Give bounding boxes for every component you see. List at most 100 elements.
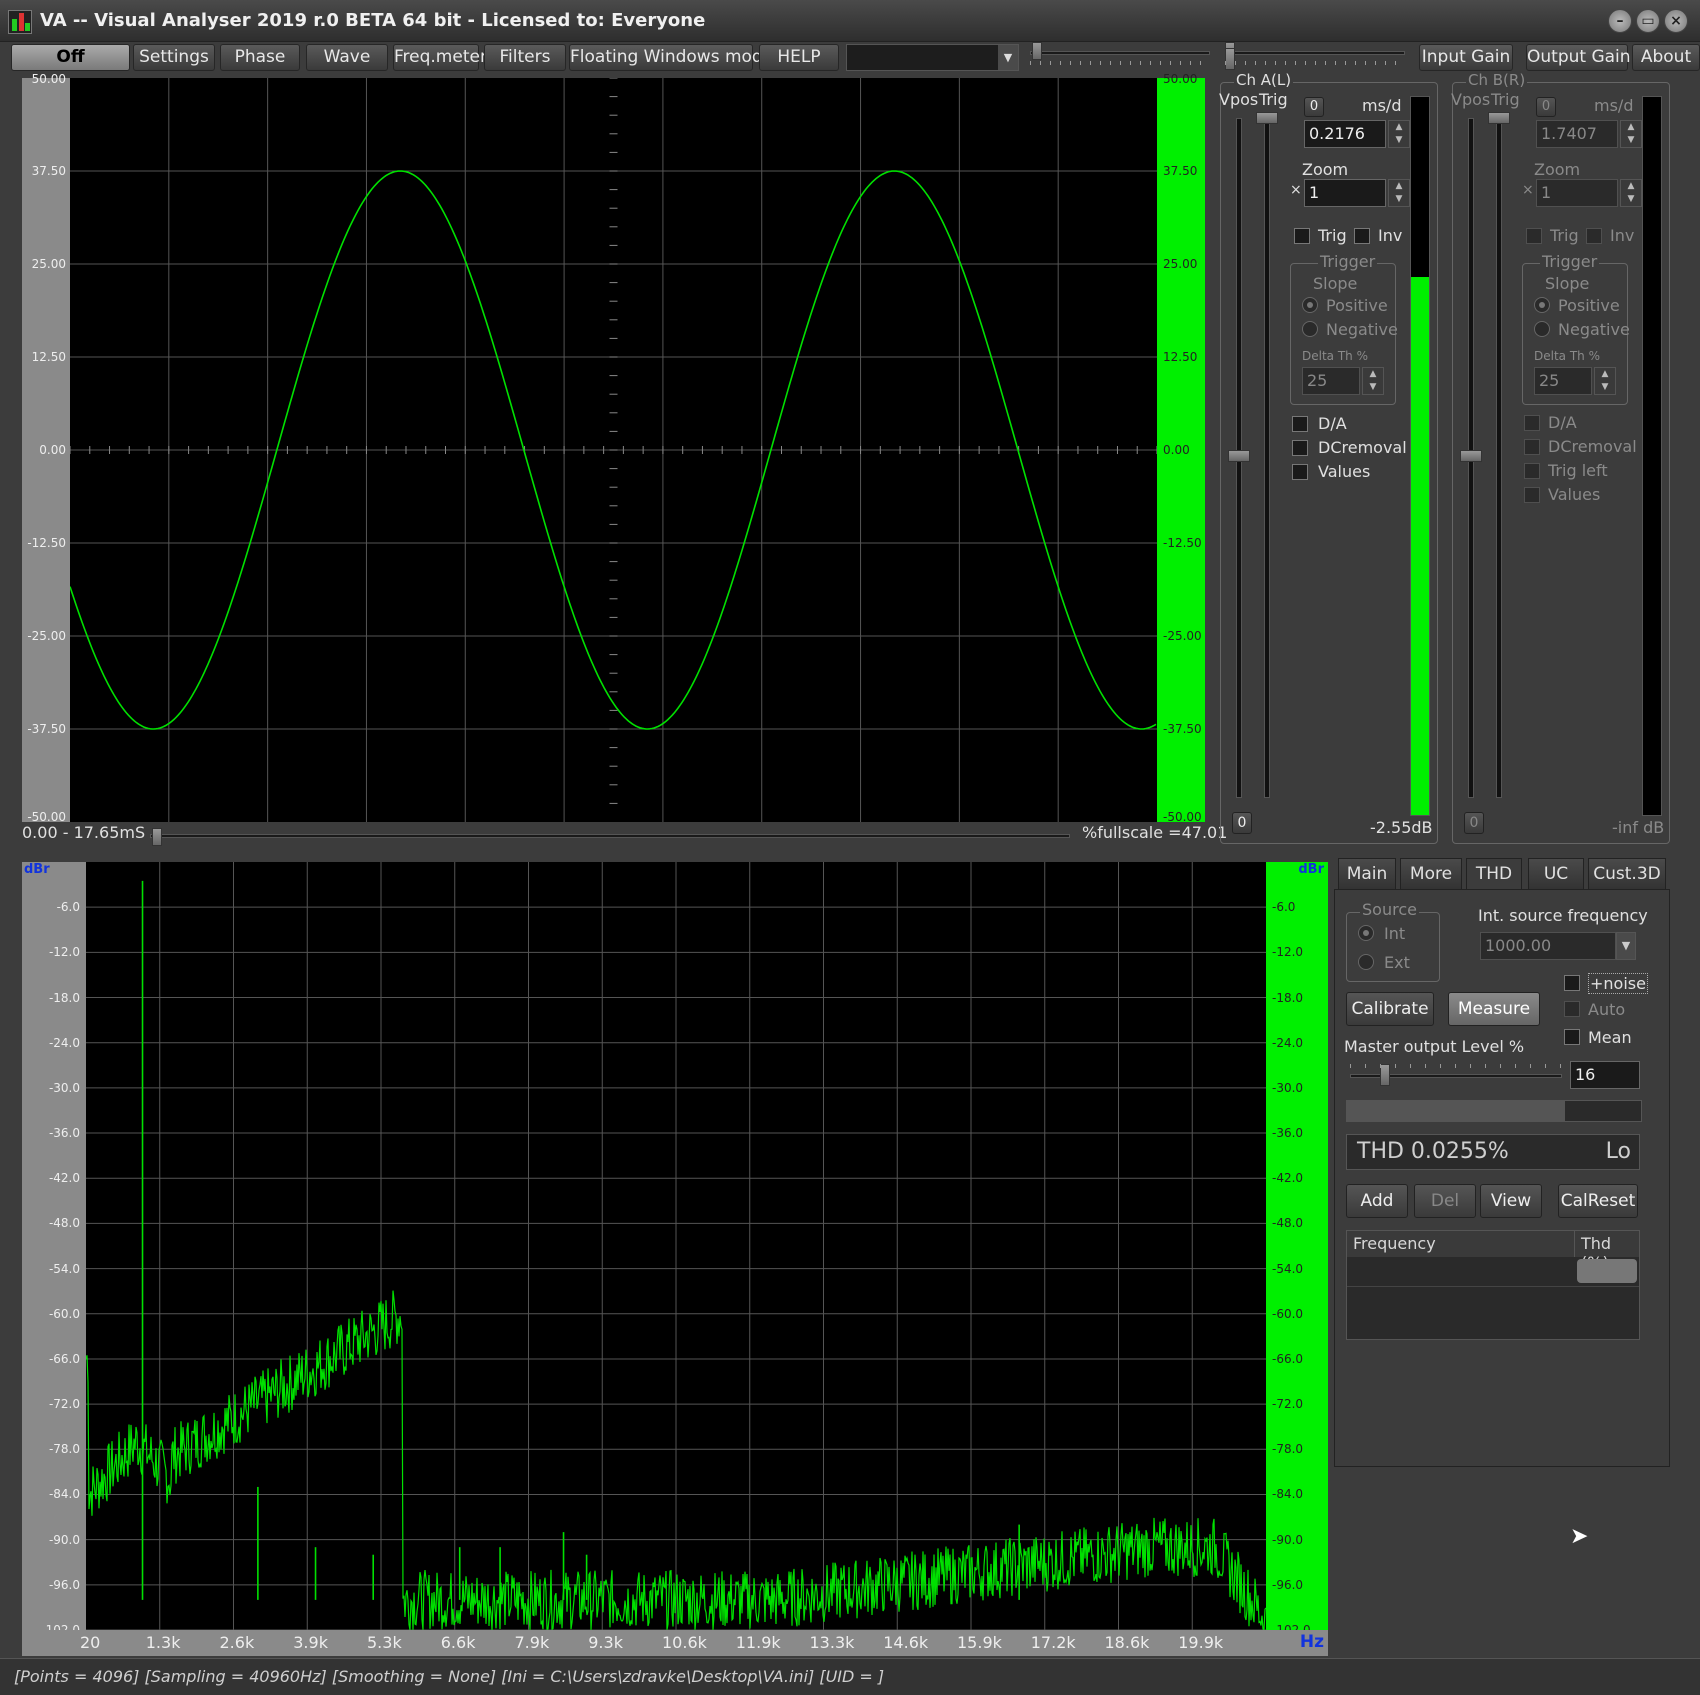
input-gain-slider[interactable]	[1030, 42, 1210, 68]
calreset-button[interactable]: CalReset	[1558, 1184, 1638, 1218]
channel-a-zero-button[interactable]: 0	[1304, 97, 1324, 117]
channel-a-level-fill	[1411, 276, 1429, 815]
output-gain-slider[interactable]	[1225, 42, 1405, 70]
spectrum-y-label: -78.0	[48, 1442, 80, 1457]
input-gain-button[interactable]: Input Gain	[1419, 44, 1513, 71]
channel-a-title: Ch A(L)	[1234, 71, 1294, 89]
channel-a-bottom-zero-button[interactable]: 0	[1232, 812, 1252, 834]
channel-a-da-checkbox[interactable]	[1292, 416, 1308, 432]
channel-a-inv-checkbox[interactable]	[1354, 228, 1370, 244]
spectrum-y-label: -36.0	[48, 1126, 80, 1141]
channel-a-trig-thumb[interactable]	[1256, 112, 1278, 124]
channel-b-da-checkbox[interactable]	[1524, 415, 1540, 431]
spectrum-y-label-right: -48.0	[1272, 1216, 1304, 1231]
channel-a-values-label: Values	[1318, 462, 1371, 481]
channel-b-msd-input[interactable]: 1.7407	[1536, 120, 1618, 148]
master-level-input[interactable]: 16	[1570, 1061, 1640, 1089]
channel-b-bottom-zero-button[interactable]: 0	[1464, 812, 1484, 834]
del-button[interactable]: Del	[1414, 1184, 1476, 1218]
col-frequency-header[interactable]: Frequency	[1347, 1231, 1575, 1257]
channel-a-delta-input[interactable]: 25	[1302, 367, 1360, 395]
channel-a-trig-slider[interactable]	[1264, 118, 1270, 798]
channel-b-msd-spinner[interactable]: ▲ ▼	[1620, 120, 1642, 148]
channel-a-delta-spinner[interactable]: ▲ ▼	[1362, 367, 1384, 395]
channel-a-msd-label: ms/d	[1362, 96, 1402, 115]
spectrum-y-label-right: -66.0	[1272, 1351, 1304, 1366]
spectrum-plot[interactable]	[86, 862, 1266, 1630]
oscilloscope-plot[interactable]	[70, 78, 1157, 822]
channel-a-vpos-thumb[interactable]	[1228, 450, 1250, 462]
wave-button[interactable]: Wave	[306, 44, 388, 71]
settings-button[interactable]: Settings	[133, 44, 215, 71]
tab-uc[interactable]: UC	[1528, 858, 1584, 890]
channel-b-values-checkbox[interactable]	[1524, 487, 1540, 503]
int-freq-select[interactable]: 1000.00	[1480, 932, 1616, 960]
mean-checkbox[interactable]	[1564, 1029, 1580, 1045]
channel-b-inv-checkbox[interactable]	[1586, 228, 1602, 244]
calibrate-button[interactable]: Calibrate	[1346, 992, 1434, 1026]
channel-a-da-label: D/A	[1318, 414, 1347, 433]
filters-button[interactable]: Filters	[484, 44, 566, 71]
scope-scroll-slider[interactable]	[150, 828, 1070, 846]
minimize-button[interactable]: –	[1608, 9, 1632, 33]
tab-thd[interactable]: THD	[1466, 858, 1522, 890]
auto-checkbox[interactable]	[1564, 1001, 1580, 1017]
noise-checkbox[interactable]	[1564, 975, 1580, 991]
tab-main[interactable]: Main	[1338, 858, 1396, 890]
close-button[interactable]: ×	[1664, 9, 1688, 33]
channel-b-trig-checkbox[interactable]	[1526, 228, 1542, 244]
channel-b-positive-radio[interactable]	[1534, 297, 1550, 313]
scope-y-label-right: -50.00	[1163, 810, 1202, 824]
channel-a-trig-checkbox[interactable]	[1294, 228, 1310, 244]
channel-a-positive-label: Positive	[1326, 296, 1388, 315]
channel-a-dcremoval-checkbox[interactable]	[1292, 440, 1308, 456]
source-int-radio[interactable]	[1358, 925, 1374, 941]
source-ext-radio[interactable]	[1358, 954, 1374, 970]
add-button[interactable]: Add	[1346, 1184, 1408, 1218]
channel-a-msd-input[interactable]: 0.2176	[1304, 120, 1386, 148]
channel-a-zoom-input[interactable]: 1	[1304, 179, 1386, 207]
channel-b-vpos-thumb[interactable]	[1460, 450, 1482, 462]
about-button[interactable]: About	[1632, 44, 1700, 71]
scope-y-label-right: -25.00	[1163, 629, 1202, 643]
col-thd-header[interactable]: Thd (%)	[1575, 1231, 1639, 1272]
channel-b-trig-slider[interactable]	[1496, 118, 1502, 798]
scope-time-range: 0.00 - 17.65mS	[22, 823, 146, 842]
view-button[interactable]: View	[1480, 1184, 1542, 1218]
channel-b-trig-cb-label: Trig	[1550, 226, 1579, 245]
scope-y-label: -37.50	[27, 722, 66, 736]
channel-b-delta-spinner[interactable]: ▲ ▼	[1594, 367, 1616, 395]
chevron-down-icon[interactable]: ▼	[1616, 932, 1636, 960]
channel-b-zero-button[interactable]: 0	[1536, 97, 1556, 117]
channel-b-trig-left-checkbox[interactable]	[1524, 463, 1540, 479]
spectrum-y-label: -30.0	[48, 1080, 80, 1095]
channel-b-delta-input[interactable]: 25	[1534, 367, 1592, 395]
fullscale-readout: %fullscale =47.01	[1082, 823, 1228, 842]
channel-b-trig-thumb[interactable]	[1488, 112, 1510, 124]
master-level-slider[interactable]	[1350, 1064, 1562, 1088]
channel-b-negative-radio[interactable]	[1534, 321, 1550, 337]
help-button[interactable]: HELP	[759, 44, 839, 71]
channel-a-values-checkbox[interactable]	[1292, 464, 1308, 480]
floating-windows-button[interactable]: Floating Windows mode	[569, 44, 773, 71]
channel-a-zoom-spinner[interactable]: ▲ ▼	[1388, 179, 1410, 207]
tab-more[interactable]: More	[1400, 858, 1462, 890]
channel-b-trigger-label: Trigger	[1540, 252, 1600, 271]
spectrum-x-label: 19.9k	[1178, 1633, 1224, 1652]
channel-a-negative-radio[interactable]	[1302, 321, 1318, 337]
maximize-button[interactable]: ▭	[1636, 9, 1660, 33]
phase-button[interactable]: Phase	[220, 44, 300, 71]
freq-meter-button[interactable]: Freq.meter	[393, 44, 487, 71]
measure-button[interactable]: Measure	[1448, 992, 1540, 1026]
mode-dropdown[interactable]: ▼	[846, 44, 1019, 71]
off-button[interactable]: Off	[11, 44, 130, 71]
channel-b-zoom-spinner[interactable]: ▲ ▼	[1620, 179, 1642, 207]
channel-b-dcremoval-checkbox[interactable]	[1524, 439, 1540, 455]
channel-a-positive-radio[interactable]	[1302, 297, 1318, 313]
channel-a-msd-spinner[interactable]: ▲ ▼	[1388, 120, 1410, 148]
output-gain-button[interactable]: Output Gain	[1526, 44, 1631, 71]
table-row[interactable]	[1347, 1257, 1639, 1287]
channel-b-zoom-input[interactable]: 1	[1536, 179, 1618, 207]
spectrum-y-label-right: -54.0	[1272, 1261, 1304, 1276]
tab-cust3d[interactable]: Cust.3D	[1588, 858, 1666, 890]
